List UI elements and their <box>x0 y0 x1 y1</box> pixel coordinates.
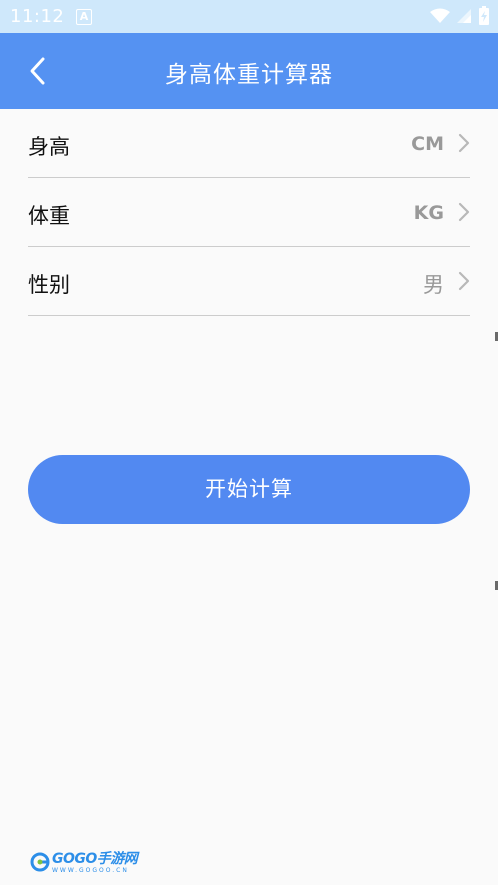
chevron-right-icon <box>458 202 470 222</box>
height-row[interactable]: 身高 CM <box>28 109 470 178</box>
calculate-button[interactable]: 开始计算 <box>28 455 470 524</box>
logo-subtext: WWW.GOGOO.CN <box>52 867 129 874</box>
logo-icon <box>30 852 50 872</box>
logo-text: GOGO手游网 <box>52 851 138 867</box>
form-list: 身高 CM 体重 KG 性别 男 <box>28 109 470 316</box>
gender-label: 性别 <box>28 273 70 297</box>
notification-a-icon: A <box>76 9 92 25</box>
gender-row[interactable]: 性别 男 <box>28 247 470 316</box>
app-bar: 身高体重计算器 <box>0 33 498 109</box>
height-unit: CM <box>411 133 444 155</box>
page-title: 身高体重计算器 <box>165 62 333 88</box>
signal-icon <box>457 9 471 23</box>
status-time: 11:12 <box>10 6 65 27</box>
gender-value: 男 <box>423 273 444 297</box>
watermark-logo: GOGO手游网 WWW.GOGOO.CN <box>30 851 138 876</box>
status-bar: 11:12 A <box>0 0 498 33</box>
status-icons <box>430 6 490 26</box>
wifi-icon <box>430 8 450 23</box>
weight-row[interactable]: 体重 KG <box>28 178 470 247</box>
weight-unit: KG <box>413 202 444 224</box>
battery-icon <box>479 6 489 25</box>
logo-text-wrap: GOGO手游网 WWW.GOGOO.CN <box>52 851 138 875</box>
chevron-right-icon <box>458 133 470 153</box>
weight-label: 体重 <box>28 204 70 228</box>
chevron-right-icon <box>458 271 470 291</box>
height-label: 身高 <box>28 135 70 159</box>
